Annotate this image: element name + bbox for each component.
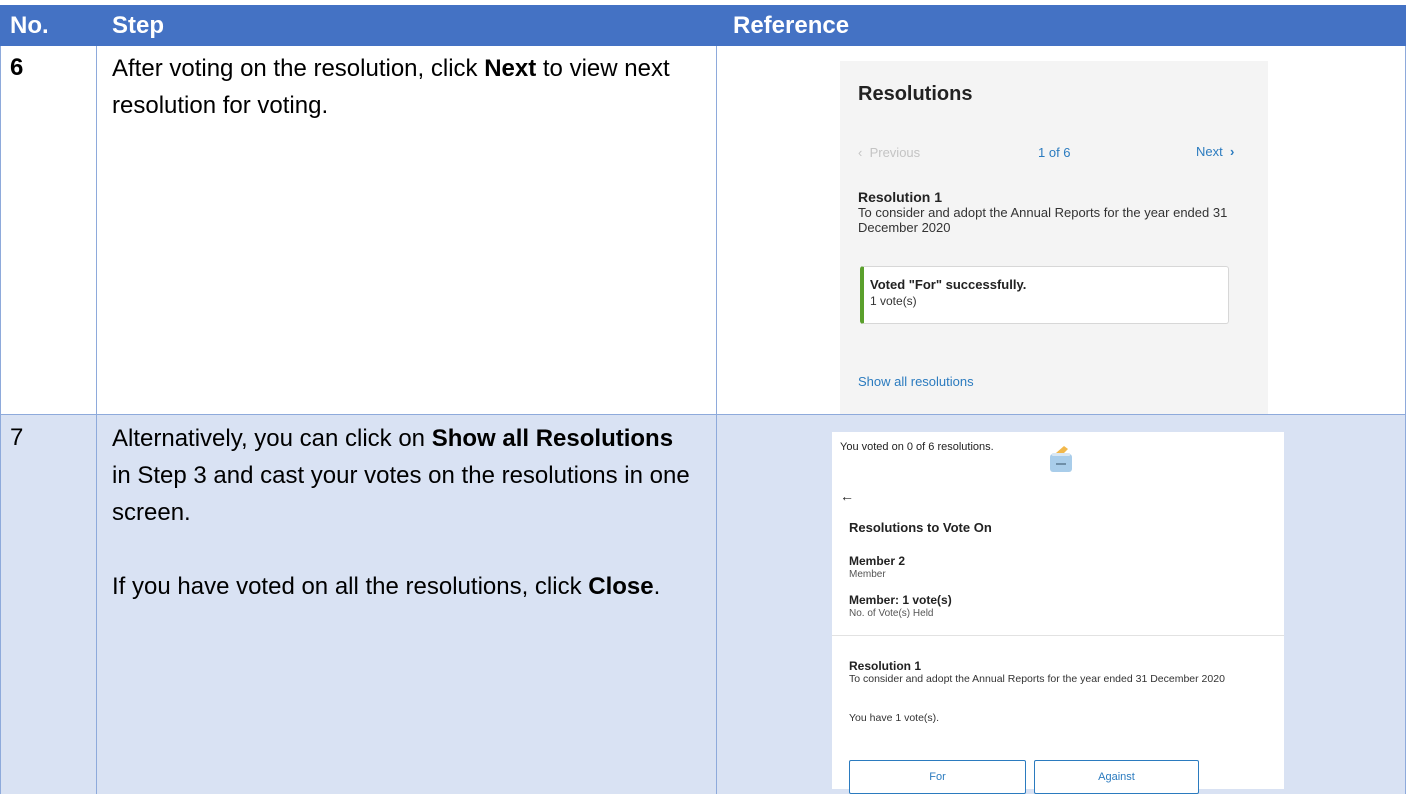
resolution-description: To consider and adopt the Annual Reports… — [858, 205, 1228, 235]
member-name: Member 2 — [849, 554, 906, 568]
reference-screenshot-resolutions: Resolutions ‹ Previous 1 of 6 Next › Res… — [840, 61, 1268, 414]
header-no: No. — [10, 12, 49, 39]
voted-summary: You voted on 0 of 6 resolutions. — [840, 441, 994, 453]
member-votes: Member: 1 vote(s) — [849, 593, 952, 607]
resolution-title: Resolution 1 — [849, 659, 922, 673]
resolutions-title: Resolutions — [858, 83, 973, 105]
resolution-description: To consider and adopt the Annual Reports… — [849, 673, 1225, 685]
votes-held-label: No. of Vote(s) Held — [849, 608, 934, 619]
vote-for-button[interactable]: For — [849, 760, 1026, 794]
step-description: Alternatively, you can click on Show all… — [112, 420, 692, 605]
resolution-title: Resolution 1 — [858, 189, 943, 205]
reference-screenshot-vote-on: You voted on 0 of 6 resolutions. ← Resol… — [832, 432, 1284, 794]
header-step: Step — [112, 12, 165, 39]
step-paragraph: If you have voted on all the resolutions… — [112, 573, 661, 600]
section-title: Resolutions to Vote On — [849, 520, 992, 535]
vote-status-count: 1 vote(s) — [870, 294, 917, 308]
table-header: No. Step Reference — [0, 5, 1406, 46]
previous-button[interactable]: ‹ Previous — [858, 145, 920, 160]
table-border — [716, 46, 717, 794]
table-border — [0, 414, 1406, 415]
step-number: 6 — [10, 54, 24, 81]
step-paragraph: Alternatively, you can click on Show all… — [112, 425, 690, 526]
vote-against-button[interactable]: Against — [1034, 760, 1199, 794]
step-paragraph: After voting on the resolution, click Ne… — [112, 55, 670, 119]
vote-status-title: Voted "For" successfully. — [870, 277, 1027, 292]
page-indicator: 1 of 6 — [1038, 145, 1071, 160]
ballot-box-icon — [1050, 446, 1072, 472]
divider — [832, 635, 1284, 636]
next-button[interactable]: Next › — [1196, 144, 1234, 159]
vote-status-box: Voted "For" successfully. 1 vote(s) — [860, 266, 1229, 324]
chevron-right-icon: › — [1229, 144, 1235, 159]
votes-available: You have 1 vote(s). — [849, 712, 940, 724]
step-number: 7 — [10, 424, 24, 451]
table-border — [0, 46, 1, 794]
show-all-resolutions-link[interactable]: Show all resolutions — [858, 374, 974, 389]
back-arrow-icon[interactable]: ← — [840, 488, 854, 504]
chevron-left-icon: ‹ — [858, 145, 863, 160]
table-border — [96, 46, 97, 794]
header-reference: Reference — [733, 12, 850, 39]
step-description: After voting on the resolution, click Ne… — [112, 50, 692, 124]
member-role: Member — [849, 569, 886, 580]
